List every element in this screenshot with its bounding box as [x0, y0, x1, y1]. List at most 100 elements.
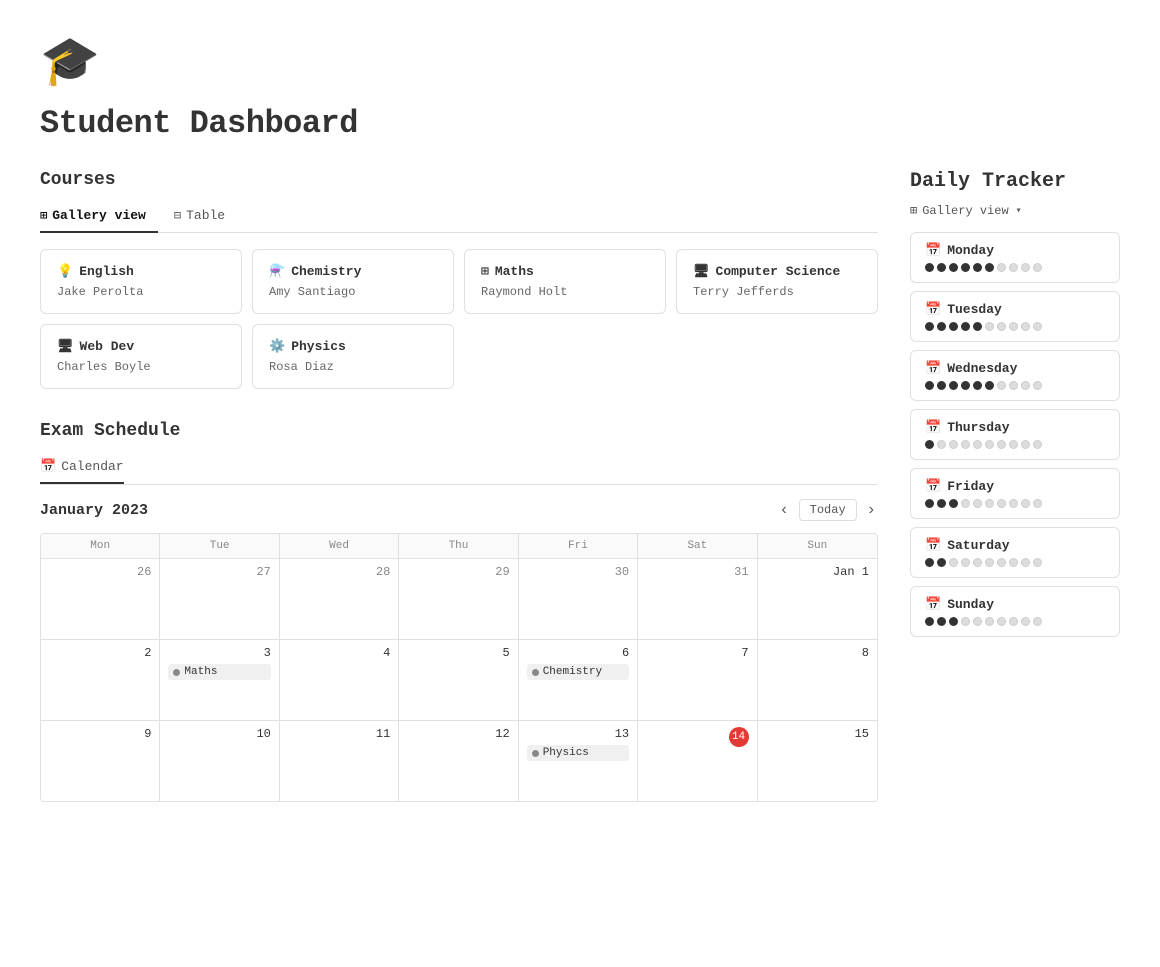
tracker-day-card[interactable]: 📅 Thursday [910, 409, 1120, 460]
tab-gallery-view[interactable]: ⊞ Gallery view [40, 202, 158, 233]
calendar-icon: 📅 [925, 361, 941, 376]
calendar-cell[interactable]: 27 [160, 559, 279, 639]
calendar-cell[interactable]: 7 [638, 640, 757, 720]
course-card[interactable]: 🖥 Computer Science Terry Jefferds [676, 249, 878, 314]
calendar-day-label: Tue [160, 534, 279, 558]
event-chip[interactable]: Maths [168, 664, 270, 680]
today-date: 14 [729, 727, 749, 747]
dot-filled [973, 322, 982, 331]
calendar-cell[interactable]: 12 [399, 721, 518, 801]
cell-date: 12 [407, 727, 509, 741]
dot-empty [961, 558, 970, 567]
tracker-day-name: 📅 Tuesday [925, 302, 1105, 317]
tracker-day-card[interactable]: 📅 Saturday [910, 527, 1120, 578]
course-name: 💡 English [57, 264, 225, 279]
course-teacher: Charles Boyle [57, 360, 225, 374]
dot-filled [973, 381, 982, 390]
calendar-cell[interactable]: 31 [638, 559, 757, 639]
calendar-cell[interactable]: 30 [519, 559, 638, 639]
dot-empty [1021, 617, 1030, 626]
calendar-cell[interactable]: 4 [280, 640, 399, 720]
tracker-day-card[interactable]: 📅 Sunday [910, 586, 1120, 637]
event-dot [532, 669, 539, 676]
calendar-cell[interactable]: 9 [41, 721, 160, 801]
calendar-cell[interactable]: 8 [758, 640, 877, 720]
dot-empty [1021, 322, 1030, 331]
cell-date: 8 [766, 646, 869, 660]
prev-month-button[interactable]: ‹ [777, 499, 790, 521]
dot-empty [1009, 381, 1018, 390]
tracker-day-card[interactable]: 📅 Tuesday [910, 291, 1120, 342]
course-card[interactable]: ⚙️ Physics Rosa Diaz [252, 324, 454, 389]
dot-filled [925, 499, 934, 508]
dot-filled [937, 381, 946, 390]
dot-empty [997, 440, 1006, 449]
course-icon: ⊞ [481, 264, 489, 279]
calendar-icon: 📅 [925, 479, 941, 494]
dot-empty [997, 617, 1006, 626]
dot-empty [973, 499, 982, 508]
tab-calendar[interactable]: 📅 Calendar [40, 453, 124, 484]
calendar-icon: 📅 [925, 302, 941, 317]
tracker-cards: 📅 Monday 📅 Tuesday 📅 Wednesday 📅 Thursda… [910, 232, 1120, 637]
dot-filled [937, 617, 946, 626]
tracker-dots [925, 440, 1105, 449]
calendar-cell[interactable]: 6 Chemistry [519, 640, 638, 720]
dot-filled [985, 263, 994, 272]
calendar-days-header: MonTueWedThuFriSatSun [41, 534, 877, 558]
cell-date: 15 [766, 727, 869, 741]
course-teacher: Raymond Holt [481, 285, 649, 299]
calendar-icon: 📅 [925, 243, 941, 258]
event-chip[interactable]: Physics [527, 745, 629, 761]
course-card[interactable]: 🖥 Web Dev Charles Boyle [40, 324, 242, 389]
dot-empty [973, 617, 982, 626]
course-card[interactable]: ⊞ Maths Raymond Holt [464, 249, 666, 314]
calendar-weeks: 262728293031Jan 123 Maths 456 Chemistry … [41, 558, 877, 801]
dot-filled [925, 440, 934, 449]
calendar-cell[interactable]: 2 [41, 640, 160, 720]
tracker-dots [925, 381, 1105, 390]
event-label: Physics [543, 747, 589, 759]
cell-date: 10 [168, 727, 270, 741]
calendar-cell[interactable]: 15 [758, 721, 877, 801]
calendar-cell[interactable]: 14 [638, 721, 757, 801]
today-button[interactable]: Today [799, 499, 857, 521]
next-month-button[interactable]: › [865, 499, 878, 521]
calendar-cell[interactable]: 29 [399, 559, 518, 639]
calendar-tab-icon: 📅 [40, 459, 56, 474]
tracker-day-name: 📅 Sunday [925, 597, 1105, 612]
calendar-cell[interactable]: Jan 1 [758, 559, 877, 639]
event-label: Maths [184, 666, 217, 678]
calendar-day-label: Fri [519, 534, 638, 558]
calendar-cell[interactable]: 3 Maths [160, 640, 279, 720]
dot-empty [961, 617, 970, 626]
calendar-cell[interactable]: 28 [280, 559, 399, 639]
course-name: ⚗️ Chemistry [269, 264, 437, 279]
calendar-week: 262728293031Jan 1 [41, 558, 877, 639]
dot-empty [1021, 440, 1030, 449]
tab-table-view[interactable]: ⊟ Table [174, 202, 237, 233]
dot-empty [985, 617, 994, 626]
course-card[interactable]: 💡 English Jake Perolta [40, 249, 242, 314]
dot-empty [985, 440, 994, 449]
calendar-cell[interactable]: 5 [399, 640, 518, 720]
dot-filled [949, 381, 958, 390]
cell-date: 7 [646, 646, 748, 660]
calendar-cell[interactable]: 11 [280, 721, 399, 801]
tracker-gallery-view[interactable]: ⊞ Gallery view ▾ [910, 203, 1120, 218]
dot-empty [1009, 322, 1018, 331]
dot-filled [925, 617, 934, 626]
dot-filled [949, 322, 958, 331]
calendar-cell[interactable]: 13 Physics [519, 721, 638, 801]
tracker-day-card[interactable]: 📅 Friday [910, 468, 1120, 519]
tracker-day-card[interactable]: 📅 Wednesday [910, 350, 1120, 401]
calendar-cell[interactable]: 10 [160, 721, 279, 801]
dot-empty [949, 558, 958, 567]
tracker-dots [925, 558, 1105, 567]
event-chip[interactable]: Chemistry [527, 664, 629, 680]
page-title: Student Dashboard [40, 105, 1120, 142]
course-card[interactable]: ⚗️ Chemistry Amy Santiago [252, 249, 454, 314]
dot-empty [1033, 499, 1042, 508]
calendar-cell[interactable]: 26 [41, 559, 160, 639]
tracker-day-card[interactable]: 📅 Monday [910, 232, 1120, 283]
